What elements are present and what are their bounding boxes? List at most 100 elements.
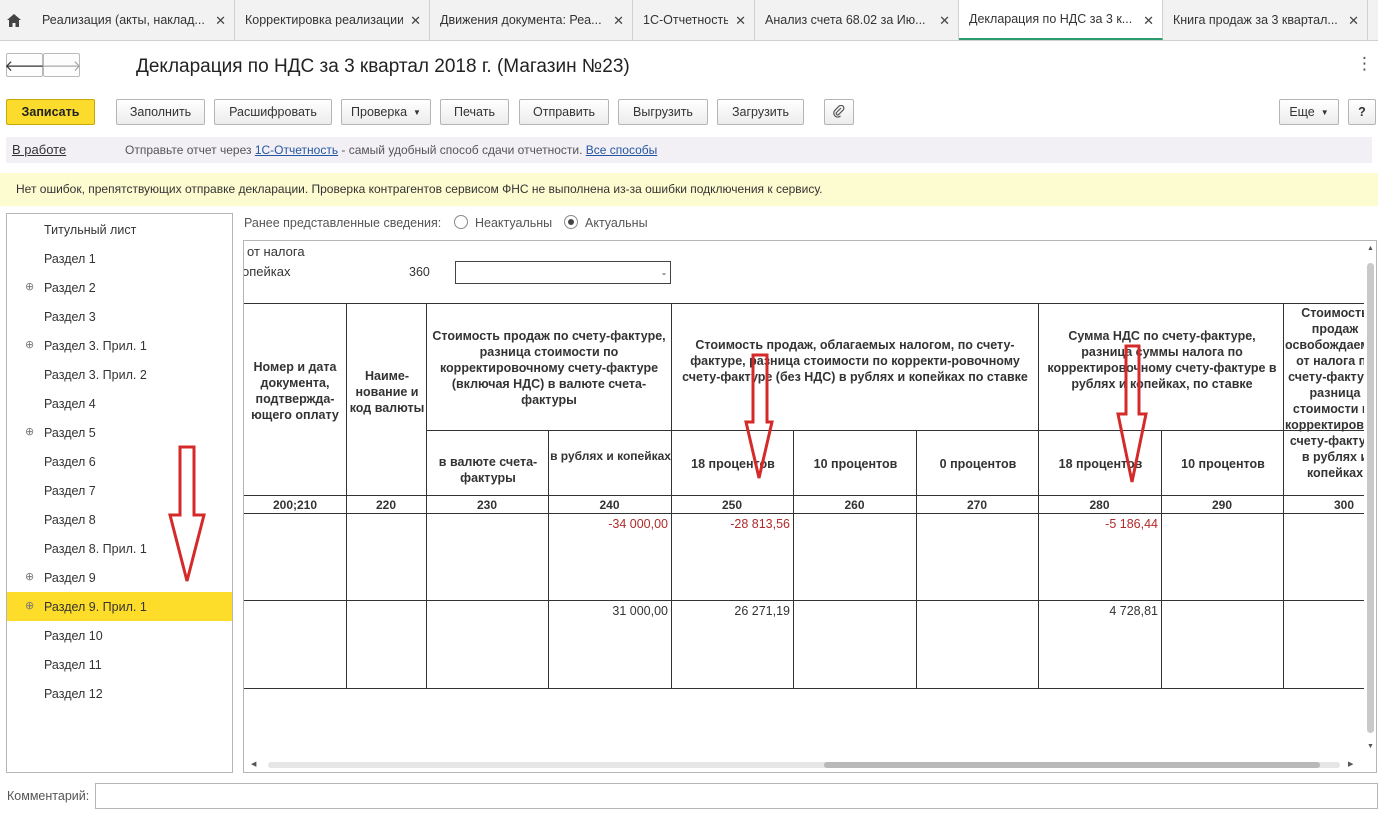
section-label: Раздел 10 bbox=[44, 629, 103, 643]
help-button[interactable]: ? bbox=[1348, 99, 1376, 125]
section-item[interactable]: Раздел 1 bbox=[7, 244, 232, 273]
close-icon[interactable]: ✕ bbox=[1348, 13, 1359, 29]
close-icon[interactable]: ✕ bbox=[1143, 13, 1154, 29]
grid-line bbox=[1038, 303, 1039, 689]
attach-button[interactable] bbox=[824, 99, 854, 125]
cell-280-row1[interactable]: -5 186,44 bbox=[1038, 517, 1158, 531]
cell-280-row2[interactable]: 4 728,81 bbox=[1038, 604, 1158, 618]
cell-240-row2[interactable]: 31 000,00 bbox=[548, 604, 668, 618]
col-code: 280 bbox=[1089, 498, 1110, 512]
scroll-right-icon[interactable]: ▶ bbox=[1348, 760, 1353, 768]
col-code: 240 bbox=[599, 498, 620, 512]
report-text: от налога bbox=[247, 244, 305, 259]
section-item[interactable]: Раздел 11 bbox=[7, 650, 232, 679]
arrow-left-icon: 🡐 bbox=[4, 57, 45, 75]
section-item[interactable]: Раздел 3. Прил. 2 bbox=[7, 360, 232, 389]
section-item[interactable]: ⊕ Раздел 9 bbox=[7, 563, 232, 592]
col-code: 220 bbox=[375, 498, 397, 512]
vertical-scrollbar[interactable]: ▲ ▼ bbox=[1364, 241, 1377, 757]
back-button[interactable]: 🡐 bbox=[4, 53, 45, 77]
forward-button[interactable]: 🡒 bbox=[41, 53, 82, 77]
radio-outdated-label: Неактуальны bbox=[475, 216, 553, 230]
close-icon[interactable]: ✕ bbox=[613, 13, 624, 29]
close-icon[interactable]: ✕ bbox=[939, 13, 950, 29]
section-label: Раздел 7 bbox=[44, 484, 96, 498]
section-item[interactable]: Раздел 7 bbox=[7, 476, 232, 505]
close-icon[interactable]: ✕ bbox=[215, 13, 226, 29]
scroll-thumb[interactable] bbox=[824, 762, 1320, 768]
col-header-280-290: Сумма НДС по счету-фактуре, разница сумм… bbox=[1047, 329, 1277, 391]
section-item[interactable]: Раздел 8. Прил. 1 bbox=[7, 534, 232, 563]
section-label: Раздел 3. Прил. 1 bbox=[44, 339, 147, 353]
col-header-230-240: Стоимость продаж по счету-фактуре, разни… bbox=[432, 329, 666, 407]
decode-button[interactable]: Расшифровать bbox=[214, 99, 332, 125]
status-state-link[interactable]: В работе bbox=[12, 142, 66, 157]
expand-icon[interactable]: ⊕ bbox=[25, 425, 34, 438]
import-button[interactable]: Загрузить bbox=[717, 99, 804, 125]
close-icon[interactable]: ⋮ bbox=[1356, 54, 1373, 74]
close-icon[interactable]: ✕ bbox=[735, 13, 746, 29]
section-item[interactable]: Раздел 4 bbox=[7, 389, 232, 418]
section-label: Раздел 5 bbox=[44, 426, 96, 440]
col-header-250-270: Стоимость продаж, облагаемых налогом, по… bbox=[682, 338, 1028, 384]
print-button[interactable]: Печать bbox=[440, 99, 509, 125]
comment-input[interactable] bbox=[95, 783, 1378, 809]
col-header-220: Наиме-нование и код валюты bbox=[349, 369, 425, 415]
section-item[interactable]: Раздел 6 bbox=[7, 447, 232, 476]
scroll-up-icon[interactable]: ▲ bbox=[1367, 245, 1374, 252]
section-item-title-page[interactable]: Титульный лист bbox=[7, 215, 232, 244]
tab-realization[interactable]: Реализация (акты, наклад... ✕ bbox=[32, 0, 235, 40]
expand-icon[interactable]: ⊕ bbox=[25, 280, 34, 293]
col-header-270: 0 процентов bbox=[939, 457, 1017, 471]
cell-250-row2[interactable]: 26 271,19 bbox=[671, 604, 790, 618]
check-label: Проверка bbox=[351, 105, 408, 119]
fill-button[interactable]: Заполнить bbox=[116, 99, 205, 125]
section-item[interactable]: Раздел 12 bbox=[7, 679, 232, 708]
tab-vat-declaration[interactable]: Декларация по НДС за 3 к... ✕ bbox=[959, 0, 1163, 40]
expand-icon[interactable]: ⊕ bbox=[25, 599, 34, 612]
radio-actual[interactable] bbox=[564, 215, 578, 229]
col-code: 250 bbox=[721, 498, 743, 512]
section-item[interactable]: Раздел 8 bbox=[7, 505, 232, 534]
all-methods-link[interactable]: Все способы bbox=[586, 143, 658, 157]
prev-info-label: Ранее представленные сведения: bbox=[244, 216, 442, 230]
tab-correction[interactable]: Корректировка реализации ✕ bbox=[235, 0, 430, 40]
field-360[interactable]: - bbox=[455, 261, 671, 284]
section-item[interactable]: ⊕ Раздел 3. Прил. 1 bbox=[7, 331, 232, 360]
section-item[interactable]: Раздел 3 bbox=[7, 302, 232, 331]
cell-240-row1[interactable]: -34 000,00 bbox=[548, 517, 668, 531]
send-button[interactable]: Отправить bbox=[519, 99, 609, 125]
section-item[interactable]: Раздел 10 bbox=[7, 621, 232, 650]
section-item[interactable]: ⊕ Раздел 5 bbox=[7, 418, 232, 447]
scroll-thumb[interactable] bbox=[1367, 263, 1374, 733]
tab-document-movements[interactable]: Движения документа: Реа... ✕ bbox=[430, 0, 633, 40]
export-button[interactable]: Выгрузить bbox=[618, 99, 708, 125]
tab-1c-reporting[interactable]: 1С-Отчетность ✕ bbox=[633, 0, 755, 40]
tab-sales-book[interactable]: Книга продаж за 3 квартал... ✕ bbox=[1163, 0, 1368, 40]
section-item[interactable]: ⊕ Раздел 2 bbox=[7, 273, 232, 302]
horizontal-scrollbar[interactable]: ◀ ▶ bbox=[244, 758, 1364, 772]
section-label: Раздел 6 bbox=[44, 455, 96, 469]
scroll-down-icon[interactable]: ▼ bbox=[1367, 743, 1374, 750]
reporting-link[interactable]: 1С-Отчетность bbox=[255, 143, 338, 157]
section-label: Раздел 1 bbox=[44, 252, 96, 266]
save-button[interactable]: Записать bbox=[6, 99, 95, 125]
scroll-left-icon[interactable]: ◀ bbox=[251, 760, 256, 768]
expand-icon[interactable]: ⊕ bbox=[25, 570, 34, 583]
tab-label: Реализация (акты, наклад... bbox=[42, 13, 205, 27]
notice-banner: Нет ошибок, препятствующих отправке декл… bbox=[0, 173, 1378, 206]
col-header-280: 18 процентов bbox=[1058, 457, 1143, 471]
more-label: Еще bbox=[1289, 105, 1315, 119]
grid-line bbox=[346, 303, 347, 689]
tab-account-analysis[interactable]: Анализ счета 68.02 за Ию... ✕ bbox=[755, 0, 959, 40]
section-item-selected[interactable]: ⊕ Раздел 9. Прил. 1 bbox=[7, 592, 232, 621]
close-icon[interactable]: ✕ bbox=[410, 13, 421, 29]
check-dropdown-button[interactable]: Проверка ▼ bbox=[341, 99, 431, 125]
home-icon[interactable] bbox=[0, 0, 28, 40]
status-text: - самый удобный способ сдачи отчетности. bbox=[338, 143, 586, 157]
more-dropdown-button[interactable]: Еще ▼ bbox=[1279, 99, 1339, 125]
cell-250-row1[interactable]: -28 813,56 bbox=[671, 517, 790, 531]
section-label: Раздел 2 bbox=[44, 281, 96, 295]
radio-outdated[interactable] bbox=[454, 215, 468, 229]
expand-icon[interactable]: ⊕ bbox=[25, 338, 34, 351]
